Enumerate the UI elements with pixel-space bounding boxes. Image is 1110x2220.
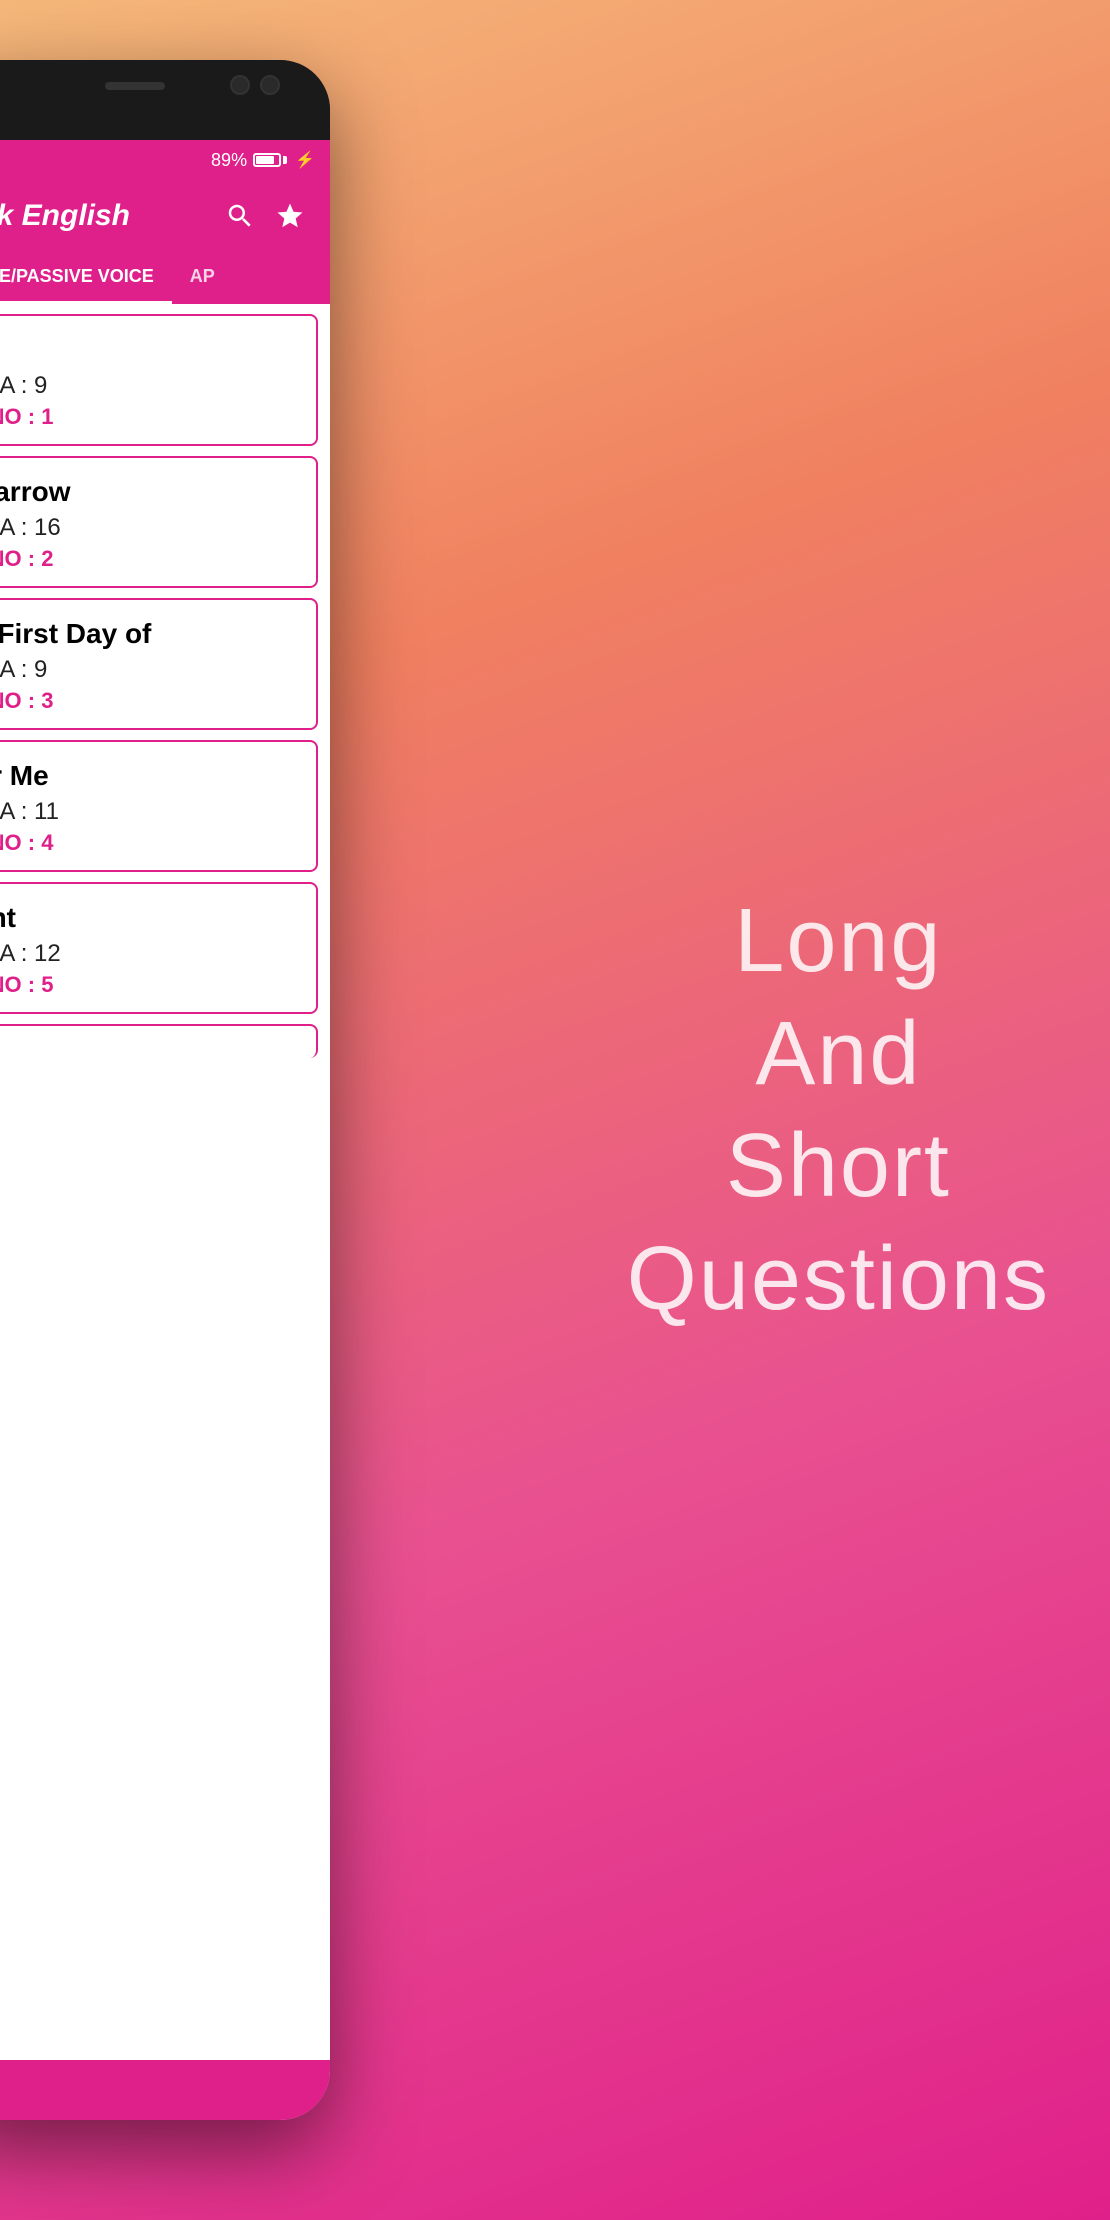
- phone-frame: 89% ⚡ ook English: [0, 60, 330, 2120]
- phone-camera: [230, 75, 250, 95]
- phone-camera2: [260, 75, 280, 95]
- background-text: Long And Short Questions: [627, 885, 1050, 1335]
- list-item[interactable]: or Me Q/A : 11 r NO : 4: [0, 740, 318, 872]
- app-header: ook English: [0, 180, 330, 252]
- card-chapter-number: r NO : 1: [0, 404, 296, 430]
- content-list: at Q/A : 9 r NO : 1 Harrow Q/A : 16 r NO…: [0, 304, 330, 1058]
- card-chapter-number: r NO : 5: [0, 972, 296, 998]
- search-icon: [225, 201, 255, 231]
- star-icon: [275, 201, 305, 231]
- bottom-bar: [0, 2060, 330, 2120]
- tab-ap[interactable]: AP: [172, 252, 233, 304]
- favorites-button[interactable]: [270, 196, 310, 236]
- card-qa-count: Q/A : 12: [0, 940, 296, 968]
- list-item[interactable]: e First Day of Q/A : 9 r NO : 3: [0, 598, 318, 730]
- battery-body: [253, 153, 281, 167]
- list-item[interactable]: ent Q/A : 12 r NO : 5: [0, 882, 318, 1014]
- card-chapter-number: r NO : 3: [0, 688, 296, 714]
- phone-speaker: [105, 82, 165, 90]
- battery-fill: [256, 156, 274, 164]
- phone-top-bar: [0, 60, 330, 140]
- card-qa-count: Q/A : 16: [0, 514, 296, 542]
- battery-tip: [283, 156, 287, 164]
- phone-screen: 89% ⚡ ook English: [0, 140, 330, 2120]
- card-title: or Me: [0, 760, 296, 792]
- status-bar: 89% ⚡: [0, 140, 330, 180]
- card-title: Harrow: [0, 476, 296, 508]
- card-title: e First Day of: [0, 618, 296, 650]
- bg-text-line4: Questions: [627, 1223, 1050, 1336]
- battery-icon: [253, 153, 287, 167]
- list-item-partial[interactable]: [0, 1024, 318, 1058]
- app-title: ook English: [0, 199, 210, 233]
- bg-text-line1: Long: [627, 885, 1050, 998]
- list-item[interactable]: at Q/A : 9 r NO : 1: [0, 314, 318, 446]
- charging-bolt-icon: ⚡: [295, 150, 315, 170]
- card-qa-count: Q/A : 11: [0, 798, 296, 826]
- bg-text-line2: And: [627, 998, 1050, 1111]
- search-button[interactable]: [220, 196, 260, 236]
- tab-active-passive-voice[interactable]: CTIVE/PASSIVE VOICE: [0, 252, 172, 304]
- battery-percentage: 89%: [211, 150, 247, 171]
- list-item[interactable]: Harrow Q/A : 16 r NO : 2: [0, 456, 318, 588]
- card-title: ent: [0, 902, 296, 934]
- card-qa-count: Q/A : 9: [0, 656, 296, 684]
- card-title: at: [0, 334, 296, 366]
- card-chapter-number: r NO : 2: [0, 546, 296, 572]
- tab-bar: CTIVE/PASSIVE VOICE AP: [0, 252, 330, 304]
- card-qa-count: Q/A : 9: [0, 372, 296, 400]
- bg-text-line3: Short: [627, 1110, 1050, 1223]
- card-chapter-number: r NO : 4: [0, 830, 296, 856]
